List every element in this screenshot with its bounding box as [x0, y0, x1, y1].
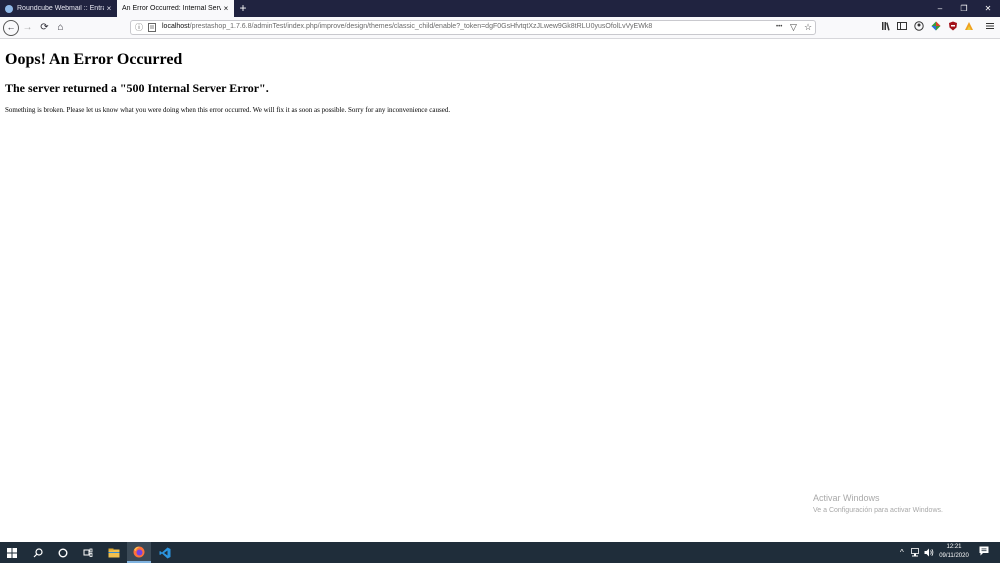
- url-path: /prestashop_1.7.6.8/adminTest/index.php/…: [189, 23, 653, 30]
- tab-error[interactable]: An Error Occurred: Internal Server E ×: [117, 0, 234, 17]
- folder-icon: [108, 548, 120, 557]
- back-button[interactable]: ←: [3, 20, 19, 36]
- bookmark-star-icon[interactable]: ☆: [804, 22, 812, 33]
- windows-logo-icon: [7, 547, 17, 558]
- forward-button[interactable]: →: [20, 20, 35, 35]
- info-icon[interactable]: ⓘ: [135, 22, 143, 33]
- close-window-button[interactable]: ✕: [976, 0, 1000, 17]
- home-button[interactable]: ⌂: [53, 20, 68, 35]
- ublock-icon[interactable]: [947, 21, 959, 33]
- task-view-icon: [83, 548, 93, 557]
- cortana-button[interactable]: [51, 542, 75, 563]
- page-icon: [148, 23, 156, 32]
- tab-title: An Error Occurred: Internal Server E: [122, 5, 221, 12]
- navigation-toolbar: ← → ⟳ ⌂ ⓘ localhost/prestashop_1.7.6.8/a…: [0, 17, 1000, 39]
- action-center-button[interactable]: [978, 546, 990, 558]
- network-icon[interactable]: [911, 542, 921, 563]
- windows-taskbar: ^ 12:21 09/11/2020: [0, 542, 1000, 563]
- extension-icon[interactable]: [930, 21, 942, 33]
- page-content: Oops! An Error Occurred The server retur…: [0, 39, 1000, 542]
- tab-roundcube[interactable]: Roundcube Webmail :: Entrada ×: [0, 0, 117, 17]
- show-hidden-icons-chevron-icon[interactable]: ^: [900, 542, 904, 563]
- minimize-button[interactable]: –: [928, 0, 952, 17]
- firefox-icon: [133, 546, 145, 557]
- restore-button[interactable]: ❐: [952, 0, 976, 17]
- search-icon: [33, 547, 43, 557]
- library-icon[interactable]: [880, 21, 892, 33]
- clock-time: 12:21: [946, 544, 962, 550]
- notification-icon: [979, 546, 989, 556]
- activation-watermark-title: Activar Windows: [813, 493, 880, 503]
- error-message: Something is broken. Please let us know …: [5, 106, 451, 114]
- menu-icon[interactable]: [984, 21, 996, 33]
- search-button[interactable]: [26, 542, 50, 563]
- taskbar-clock[interactable]: 12:21 09/11/2020: [930, 543, 978, 561]
- url-host: localhost: [162, 23, 190, 30]
- url-bar[interactable]: ⓘ localhost/prestashop_1.7.6.8/adminTest…: [130, 20, 816, 35]
- close-tab-icon[interactable]: ×: [221, 4, 231, 13]
- pocket-icon[interactable]: ▽: [790, 22, 797, 33]
- clock-date: 09/11/2020: [939, 553, 969, 559]
- activation-watermark-subtitle: Ve a Configuración para activar Windows.: [813, 507, 943, 514]
- page-actions-button[interactable]: •••: [776, 24, 782, 30]
- roundcube-favicon-icon: [5, 4, 13, 13]
- cortana-icon: [58, 548, 68, 557]
- error-subheading: The server returned a "500 Internal Serv…: [5, 81, 269, 95]
- sidebar-icon[interactable]: [896, 21, 908, 33]
- close-tab-icon[interactable]: ×: [104, 4, 114, 13]
- task-view-button[interactable]: [76, 542, 100, 563]
- file-explorer-button[interactable]: [102, 542, 126, 563]
- vscode-taskbar-button[interactable]: [153, 542, 177, 563]
- url-text[interactable]: localhost/prestashop_1.7.6.8/adminTest/i…: [162, 23, 652, 30]
- account-icon[interactable]: [913, 21, 925, 33]
- firefox-taskbar-button[interactable]: [127, 542, 151, 563]
- tab-strip: Roundcube Webmail :: Entrada × An Error …: [0, 0, 1000, 17]
- reload-button[interactable]: ⟳: [37, 20, 52, 35]
- error-heading: Oops! An Error Occurred: [5, 51, 183, 68]
- vscode-icon: [159, 547, 171, 558]
- tab-title: Roundcube Webmail :: Entrada: [17, 5, 104, 12]
- start-button[interactable]: [0, 542, 24, 563]
- addon-icon[interactable]: [963, 21, 975, 33]
- new-tab-button[interactable]: +: [236, 0, 250, 17]
